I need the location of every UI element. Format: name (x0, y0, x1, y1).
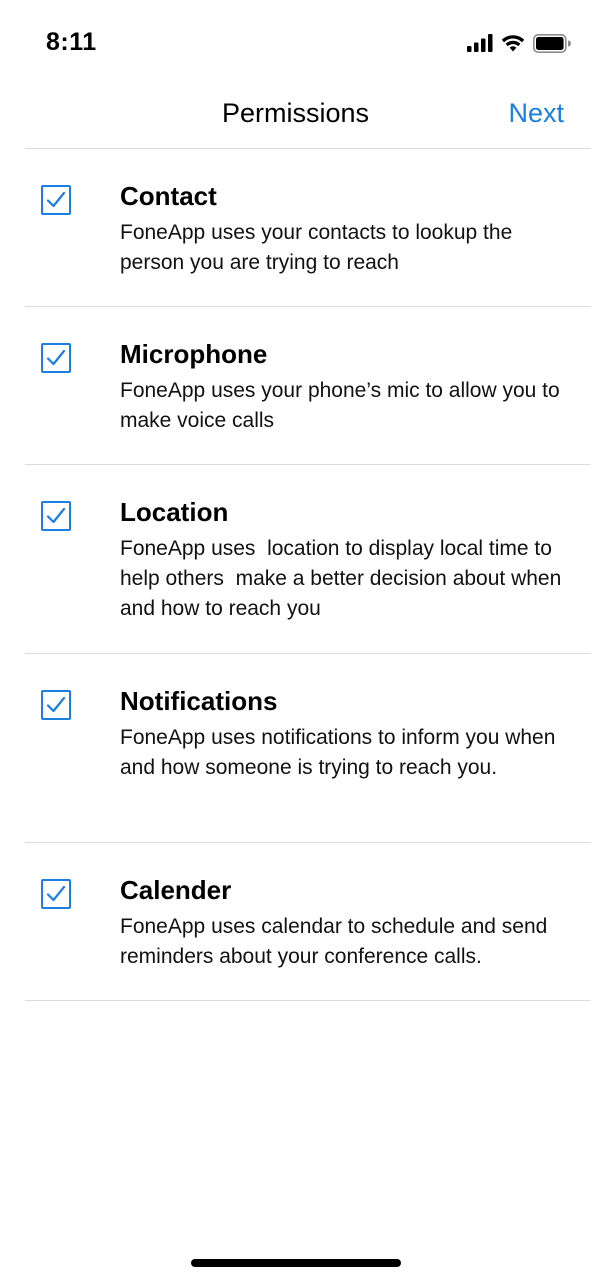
checkmark-icon (46, 507, 66, 524)
wifi-icon (501, 34, 525, 52)
permission-description: FoneApp uses location to display local t… (120, 537, 568, 620)
next-button[interactable]: Next (508, 98, 564, 129)
permission-text: Location FoneApp uses location to displa… (120, 465, 591, 624)
status-icons (467, 32, 571, 54)
location-checkbox[interactable] (41, 501, 71, 531)
permission-text: Microphone FoneApp uses your phone’s mic… (120, 307, 591, 436)
permission-title: Notifications (120, 686, 278, 716)
permissions-list: Contact FoneApp uses your contacts to lo… (0, 149, 591, 1001)
permission-title: Microphone (120, 339, 268, 369)
checkmark-icon (46, 191, 66, 208)
microphone-checkbox[interactable] (41, 343, 71, 373)
permission-item-notifications[interactable]: Notifications FoneApp uses notifications… (25, 654, 591, 843)
battery-icon (533, 33, 571, 53)
permission-title: Calender (120, 875, 232, 905)
permission-text: Notifications FoneApp uses notifications… (120, 654, 591, 783)
permission-title: Contact (120, 181, 217, 211)
permission-item-microphone[interactable]: Microphone FoneApp uses your phone’s mic… (25, 307, 591, 465)
permission-title: Location (120, 497, 229, 527)
contact-checkbox[interactable] (41, 185, 71, 215)
checkmark-icon (46, 349, 66, 366)
page-title: Permissions (221, 98, 370, 128)
signal-icon (467, 34, 493, 52)
status-time: 8:11 (46, 28, 97, 56)
nav-bar: Permissions Next (0, 88, 591, 148)
permission-text: Calender FoneApp uses calendar to schedu… (120, 843, 591, 972)
permission-item-calender[interactable]: Calender FoneApp uses calendar to schedu… (25, 843, 591, 1001)
permission-text: Contact FoneApp uses your contacts to lo… (120, 149, 591, 278)
notifications-checkbox[interactable] (41, 690, 71, 720)
home-indicator[interactable] (191, 1259, 401, 1267)
permission-item-contact[interactable]: Contact FoneApp uses your contacts to lo… (25, 149, 591, 307)
checkmark-icon (46, 696, 66, 713)
permission-description: FoneApp uses notifications to inform you… (120, 726, 562, 779)
permission-item-location[interactable]: Location FoneApp uses location to displa… (25, 465, 591, 654)
calender-checkbox[interactable] (41, 879, 71, 909)
permission-description: FoneApp uses your contacts to lookup the… (120, 221, 519, 274)
permission-description: FoneApp uses your phone’s mic to allow y… (120, 379, 566, 432)
permission-description: FoneApp uses calendar to schedule and se… (120, 915, 554, 968)
status-bar: 8:11 (0, 0, 591, 88)
checkmark-icon (46, 885, 66, 902)
